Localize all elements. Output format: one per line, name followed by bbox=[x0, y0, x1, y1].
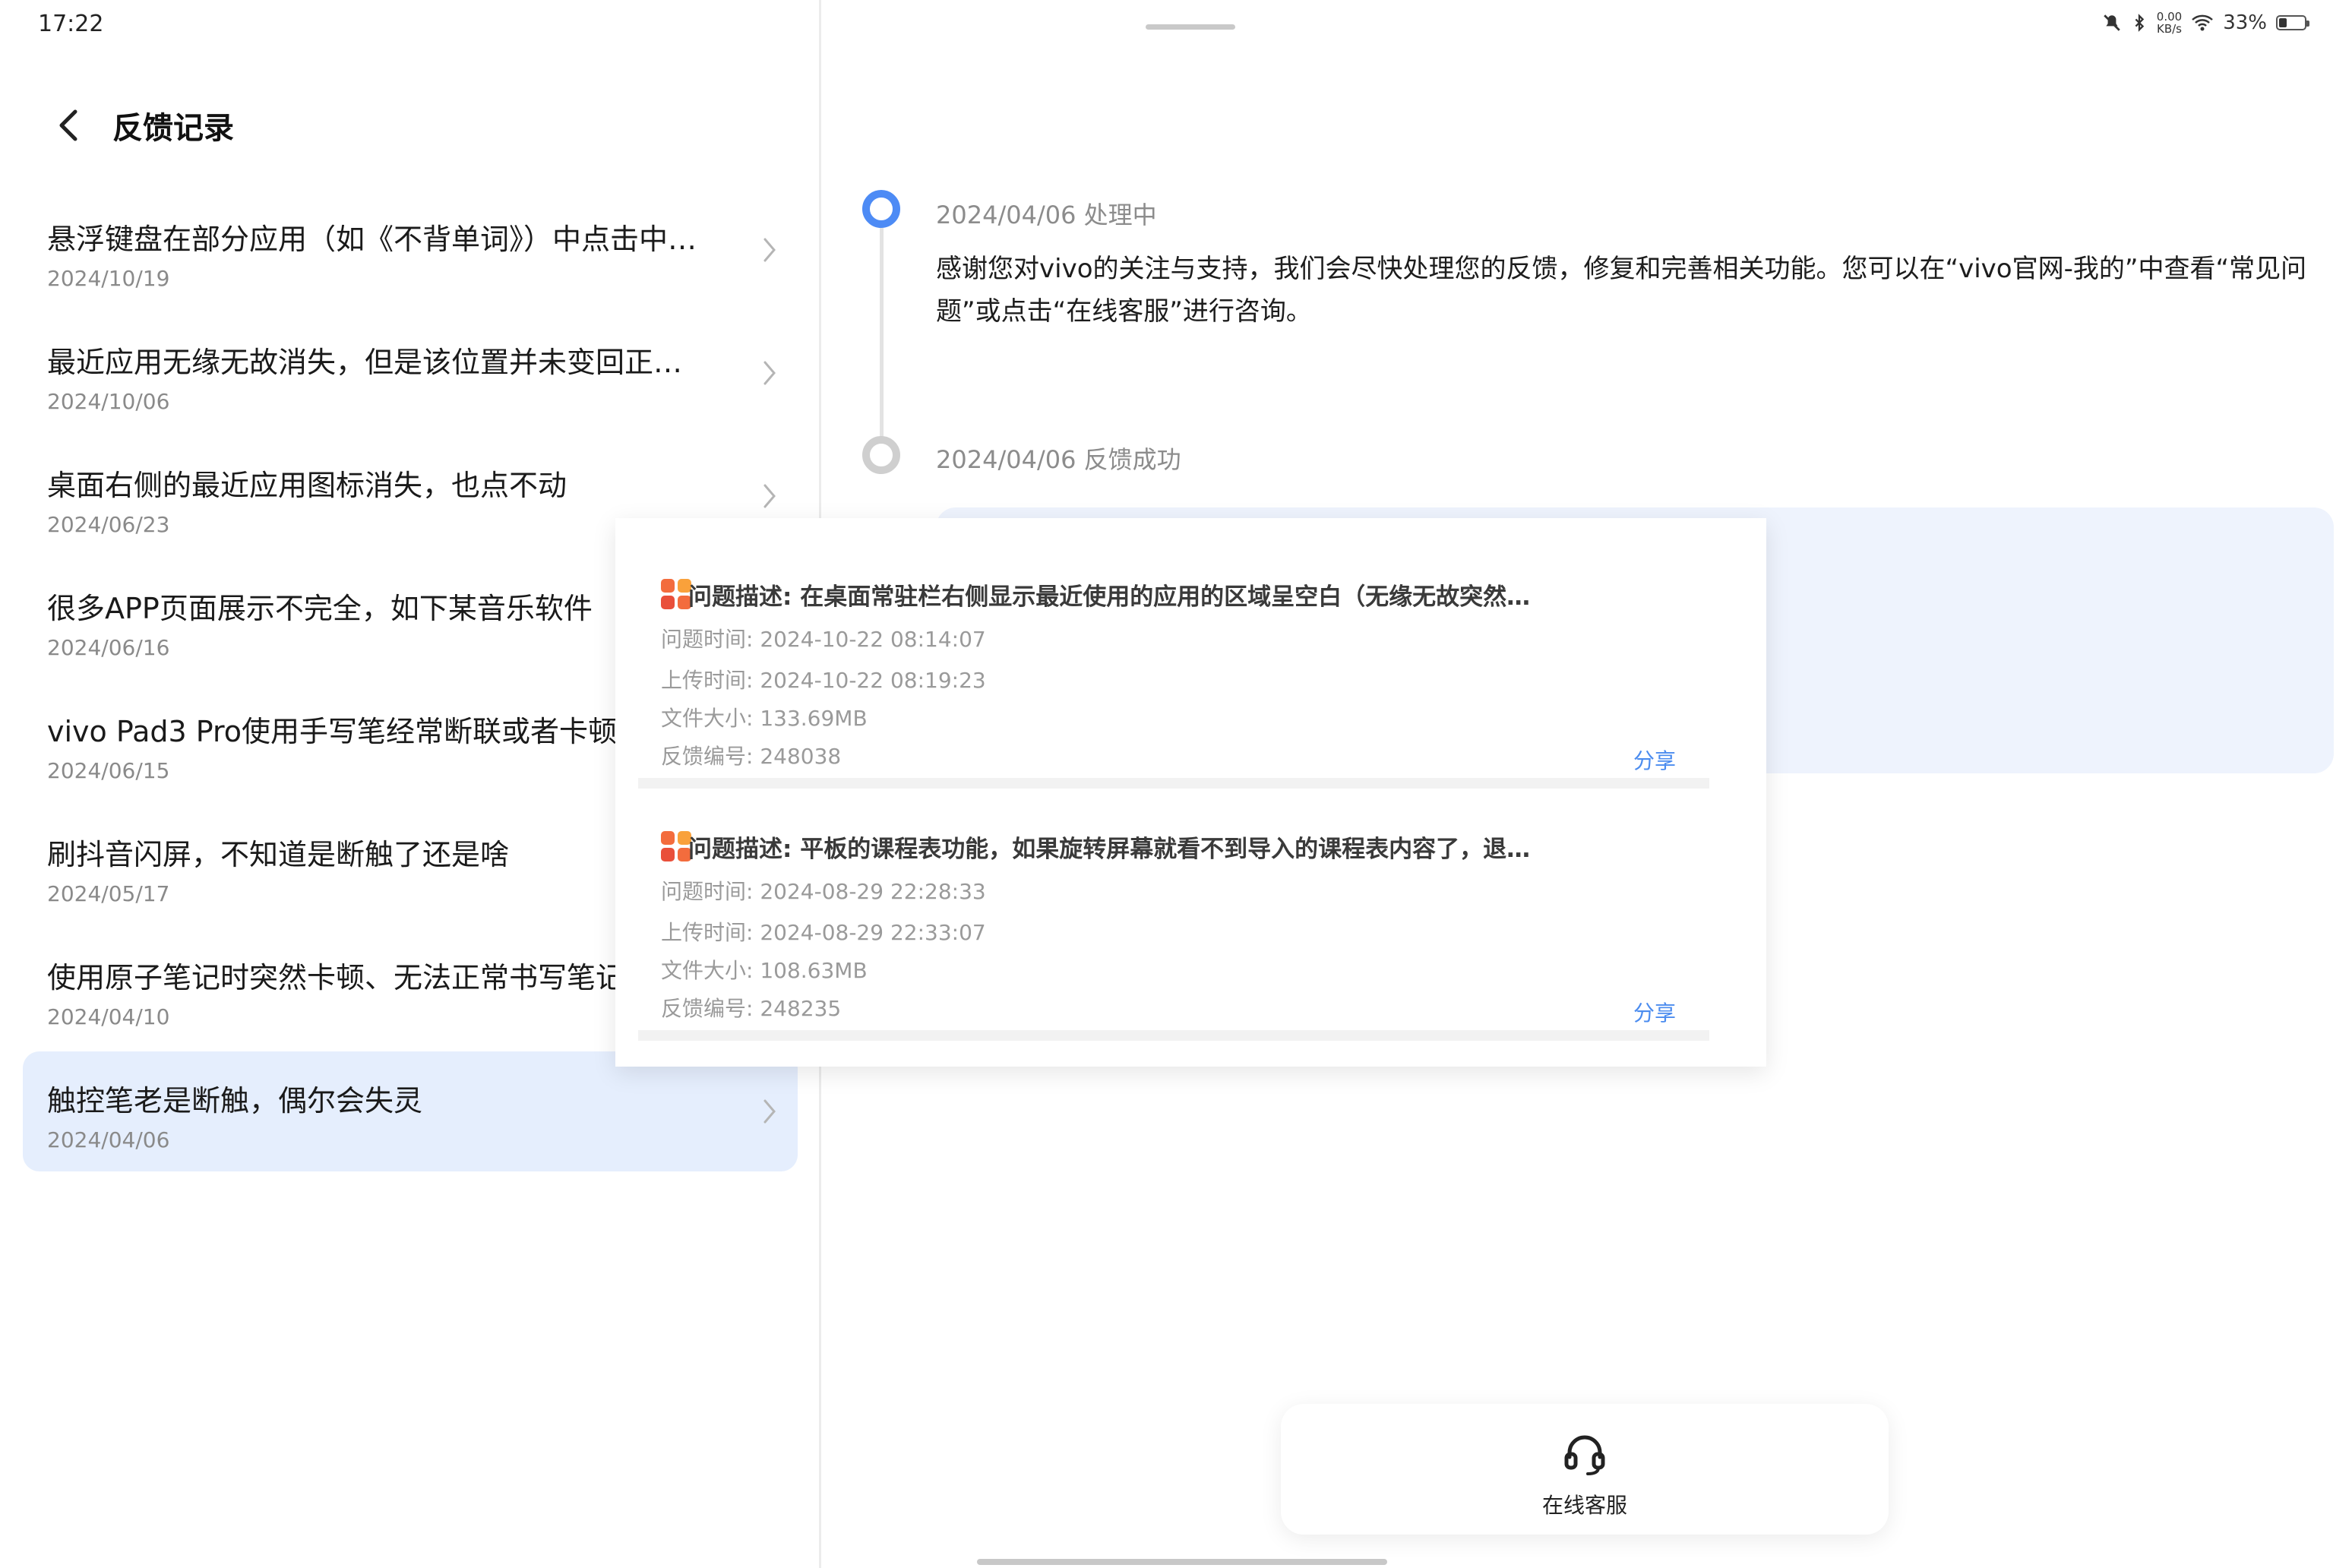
log-list-popup: 问题描述: 在桌面常驻栏右侧显示最近使用的应用的区域呈空白（无缘无故突然… 问题… bbox=[615, 518, 1766, 1067]
log-file-size: 文件大小: 133.69MB bbox=[661, 706, 868, 731]
list-item-date: 2024/04/10 bbox=[47, 1004, 170, 1029]
share-button[interactable]: 分享 bbox=[1633, 744, 1676, 775]
battery-icon bbox=[2276, 15, 2309, 30]
list-item-date: 2024/06/23 bbox=[47, 512, 170, 537]
list-item-title: 触控笔老是断触，偶尔会失灵 bbox=[47, 1084, 423, 1118]
list-item-date: 2024/06/15 bbox=[47, 758, 170, 783]
chevron-right-icon bbox=[763, 361, 776, 385]
chevron-right-icon bbox=[763, 1099, 776, 1124]
list-item-date: 2024/05/17 bbox=[47, 881, 170, 906]
online-service-button[interactable]: 在线客服 bbox=[1281, 1404, 1889, 1535]
log-issue-time: 问题时间: 2024-10-22 08:14:07 bbox=[661, 627, 986, 652]
net-speed-value: 0.00 bbox=[2156, 10, 2183, 24]
list-item[interactable]: 最近应用无缘无故消失，但是该位置并未变回正… 2024/10/06 bbox=[23, 313, 798, 433]
share-button[interactable]: 分享 bbox=[1633, 997, 1676, 1027]
timeline-dot-done bbox=[862, 436, 900, 474]
battery-percent: 33% bbox=[2223, 11, 2267, 34]
net-speed-unit: KB/s bbox=[2157, 22, 2182, 36]
net-speed: 0.00 KB/s bbox=[2157, 11, 2182, 35]
list-item-title: 悬浮键盘在部分应用（如《不背单词》）中点击中… bbox=[47, 223, 697, 256]
log-feedback-id: 反馈编号: 248038 bbox=[661, 744, 842, 769]
log-issue-time: 问题时间: 2024-08-29 22:28:33 bbox=[661, 879, 986, 904]
status-time: 17:22 bbox=[38, 11, 104, 37]
log-feedback-id: 反馈编号: 248235 bbox=[661, 996, 842, 1021]
online-service-label: 在线客服 bbox=[1541, 1493, 1627, 1518]
list-item-date: 2024/04/06 bbox=[47, 1127, 170, 1152]
log-upload-time: 上传时间: 2024-08-29 22:33:07 bbox=[661, 920, 986, 945]
list-item-date: 2024/06/16 bbox=[47, 635, 170, 660]
mute-icon bbox=[2102, 13, 2122, 33]
timeline-line bbox=[880, 228, 884, 441]
list-item-selected[interactable]: 触控笔老是断触，偶尔会失灵 2024/04/06 bbox=[23, 1051, 798, 1171]
log-card[interactable]: 问题描述: 在桌面常驻栏右侧显示最近使用的应用的区域呈空白（无缘无故突然… 问题… bbox=[638, 533, 1709, 789]
chevron-right-icon bbox=[763, 238, 776, 262]
chevron-left-icon bbox=[59, 109, 77, 141]
app-icon bbox=[661, 579, 691, 609]
timeline-step-heading: 2024/04/06 反馈成功 bbox=[936, 445, 1181, 474]
timeline-step-heading: 2024/04/06 处理中 bbox=[936, 201, 1157, 229]
log-card[interactable]: 问题描述: 平板的课程表功能，如果旋转屏幕就看不到导入的课程表内容了，退… 问题… bbox=[638, 786, 1709, 1041]
bluetooth-icon bbox=[2131, 13, 2148, 33]
timeline-dot-active bbox=[862, 190, 900, 228]
home-indicator[interactable] bbox=[977, 1559, 1387, 1565]
timeline-step-text: 感谢您对vivo的关注与支持，我们会尽快处理您的反馈，修复和完善相关功能。您可以… bbox=[936, 254, 2307, 327]
list-item-date: 2024/10/06 bbox=[47, 389, 170, 414]
window-drag-handle[interactable] bbox=[1146, 24, 1235, 30]
wifi-icon bbox=[2191, 14, 2214, 32]
list-item-title: 最近应用无缘无故消失，但是该位置并未变回正… bbox=[47, 346, 683, 379]
list-item-date: 2024/10/19 bbox=[47, 266, 170, 291]
log-file-size: 文件大小: 108.63MB bbox=[661, 958, 868, 983]
log-card-title: 问题描述: 在桌面常驻栏右侧显示最近使用的应用的区域呈空白（无缘无故突然… bbox=[688, 583, 1531, 611]
headset-icon bbox=[1564, 1435, 1605, 1475]
page-title: 反馈记录 bbox=[112, 111, 234, 146]
app-icon bbox=[661, 831, 691, 861]
status-icons: 0.00 KB/s 33% bbox=[2102, 11, 2309, 35]
back-button[interactable] bbox=[46, 99, 91, 152]
log-card-title: 问题描述: 平板的课程表功能，如果旋转屏幕就看不到导入的课程表内容了，退… bbox=[688, 836, 1531, 863]
list-item[interactable]: 悬浮键盘在部分应用（如《不背单词》）中点击中… 2024/10/19 bbox=[23, 190, 798, 310]
log-upload-time: 上传时间: 2024-10-22 08:19:23 bbox=[661, 668, 986, 693]
chevron-right-icon bbox=[763, 484, 776, 508]
list-item-title: 桌面右侧的最近应用图标消失，也点不动 bbox=[47, 469, 567, 502]
page-header: 反馈记录 bbox=[46, 99, 234, 152]
